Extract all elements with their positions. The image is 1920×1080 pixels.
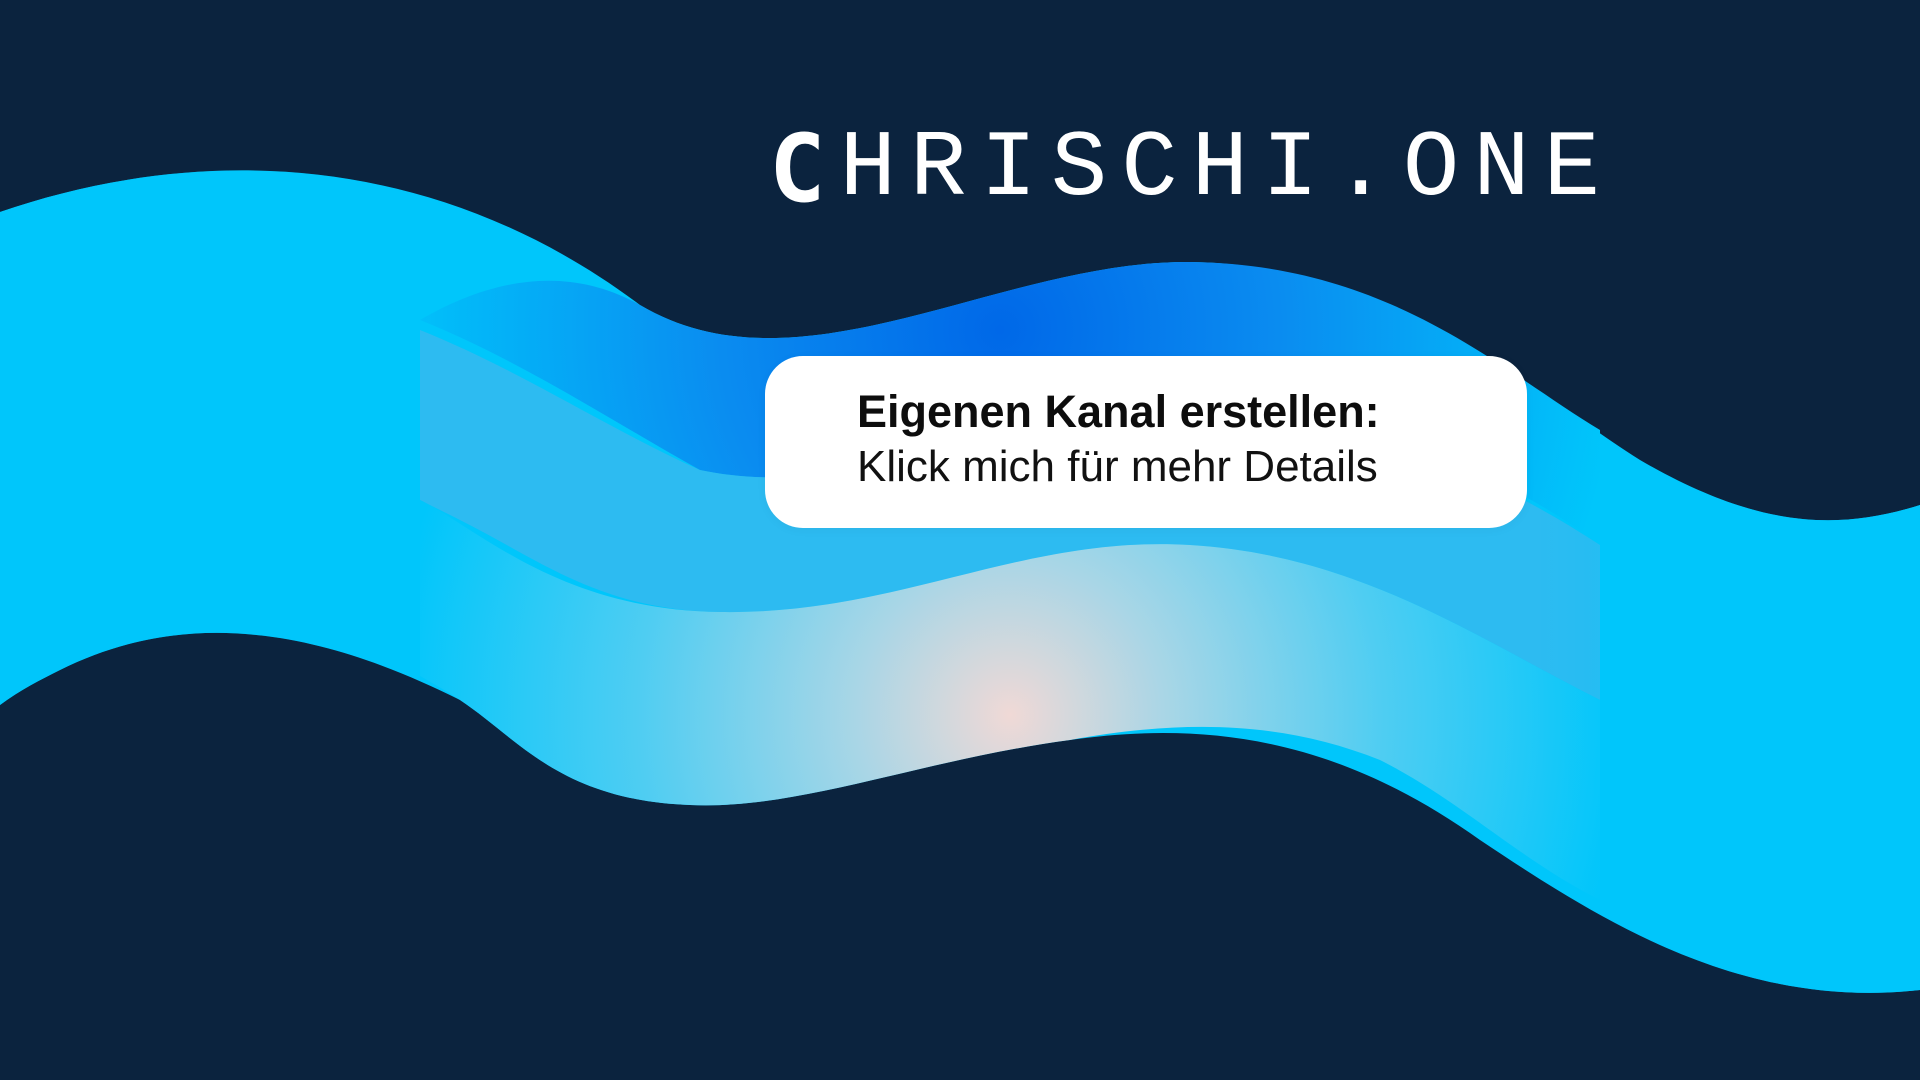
wave-edge-fade [0, 170, 1920, 993]
create-channel-cta-button[interactable]: Eigenen Kanal erstellen: Klick mich für … [765, 356, 1527, 528]
cta-subtitle: Klick mich für mehr Details [857, 442, 1378, 491]
banner-stage: C HRISCHI.ONE Eigenen Kanal erstellen: Kl… [0, 0, 1920, 1080]
brand-logo: C HRISCHI.ONE [769, 120, 1614, 220]
brand-logo-text: HRISCHI.ONE [839, 117, 1615, 223]
cta-title: Eigenen Kanal erstellen: [857, 386, 1380, 437]
brand-logo-initial: C [769, 115, 840, 224]
